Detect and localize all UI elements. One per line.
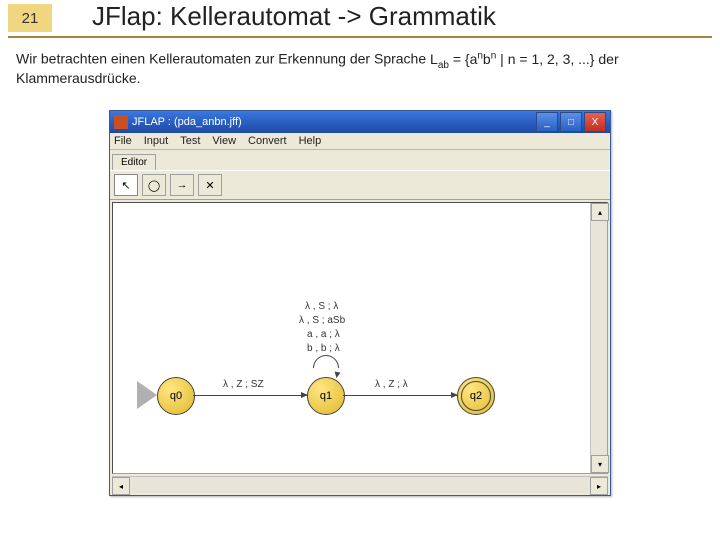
canvas-area: q0 λ , Z ; SZ q1 λ , S ; λ λ , S ; aSb a… <box>112 202 608 474</box>
loop-label-2: λ , S ; aSb <box>299 315 345 326</box>
jflap-window: JFLAP : (pda_anbn.jff) _ □ X File Input … <box>109 110 611 496</box>
lang-L: L <box>430 51 438 67</box>
scroll-down-icon[interactable]: ▾ <box>591 455 609 473</box>
cursor-tool[interactable]: ↖ <box>114 174 138 196</box>
vertical-scrollbar[interactable]: ▴ ▾ <box>590 203 607 473</box>
scroll-up-icon[interactable]: ▴ <box>591 203 609 221</box>
loop-label-3: a , a ; λ <box>307 329 340 340</box>
loop-arrow-icon <box>334 372 341 379</box>
toolbar: ↖ ◯ → ✕ <box>110 170 610 200</box>
tab-row: Editor <box>110 150 610 170</box>
menu-help[interactable]: Help <box>299 135 322 147</box>
state-q1-label: q1 <box>320 390 332 402</box>
maximize-button[interactable]: □ <box>560 112 582 132</box>
body-text: Wir betrachten einen Kellerautomaten zur… <box>16 51 430 67</box>
state-q2-label: q2 <box>470 390 482 402</box>
horizontal-scrollbar[interactable]: ◂ ▸ <box>112 476 608 493</box>
transition-q0-q1[interactable] <box>193 395 307 396</box>
menubar: File Input Test View Convert Help <box>110 133 610 150</box>
scroll-right-icon[interactable]: ▸ <box>590 477 608 495</box>
slide-number: 21 <box>8 4 52 32</box>
delete-tool[interactable]: ✕ <box>198 174 222 196</box>
transition-tool[interactable]: → <box>170 174 194 196</box>
transition-q0-q1-label: λ , Z ; SZ <box>223 379 264 390</box>
close-button[interactable]: X <box>584 112 606 132</box>
window-title: JFLAP : (pda_anbn.jff) <box>132 116 536 128</box>
loop-label-4: b , b ; λ <box>307 343 340 354</box>
scroll-track-h[interactable] <box>130 477 590 493</box>
initial-arrow-icon <box>137 381 157 409</box>
b-text: b <box>483 51 491 67</box>
state-q0[interactable]: q0 <box>157 377 195 415</box>
menu-view[interactable]: View <box>212 135 236 147</box>
menu-test[interactable]: Test <box>180 135 200 147</box>
page-title: JFlap: Kellerautomat -> Grammatik <box>92 1 496 32</box>
scroll-track-v[interactable] <box>591 221 607 455</box>
canvas[interactable]: q0 λ , Z ; SZ q1 λ , S ; λ λ , S ; aSb a… <box>113 203 590 473</box>
state-q1[interactable]: q1 <box>307 377 345 415</box>
transition-q1-q2-label: λ , Z ; λ <box>375 379 408 390</box>
slide-body: Wir betrachten einen Kellerautomaten zur… <box>0 46 720 90</box>
state-q2[interactable]: q2 <box>457 377 495 415</box>
java-icon <box>114 115 128 129</box>
titlebar[interactable]: JFLAP : (pda_anbn.jff) _ □ X <box>110 111 610 133</box>
scroll-left-icon[interactable]: ◂ <box>112 477 130 495</box>
menu-file[interactable]: File <box>114 135 132 147</box>
loop-label-1: λ , S ; λ <box>305 301 338 312</box>
tab-editor[interactable]: Editor <box>112 154 156 170</box>
minimize-button[interactable]: _ <box>536 112 558 132</box>
transition-q1-q2[interactable] <box>343 395 457 396</box>
menu-convert[interactable]: Convert <box>248 135 287 147</box>
eq-text: = {a <box>449 51 477 67</box>
state-q0-label: q0 <box>170 390 182 402</box>
menu-input[interactable]: Input <box>144 135 168 147</box>
lang-sub: ab <box>438 59 449 70</box>
state-tool[interactable]: ◯ <box>142 174 166 196</box>
